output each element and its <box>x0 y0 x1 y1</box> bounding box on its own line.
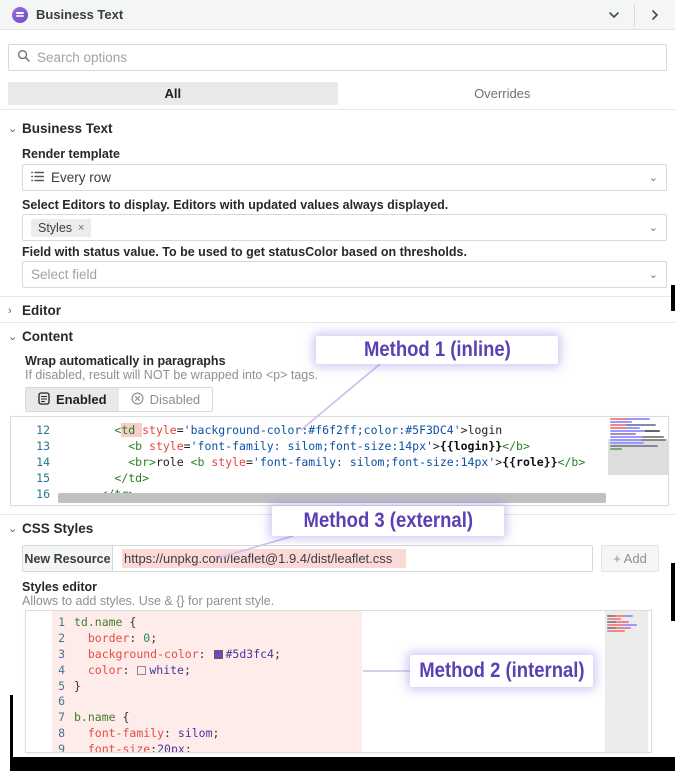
chevron-down-icon: ⌄ <box>649 171 658 184</box>
panel-title: Business Text <box>36 7 123 22</box>
styles-editor-label: Styles editor <box>22 580 97 594</box>
panel-options-pane: Business Text Search options All Overrid… <box>0 0 675 771</box>
tab-overrides[interactable]: Overrides <box>338 82 668 105</box>
new-resource-value: https://unpkg.com/leaflet@1.9.4/dist/lea… <box>122 549 406 568</box>
wrap-enabled-option[interactable]: Enabled <box>26 388 119 411</box>
annotation-method1: Method 1 (inline) <box>316 336 558 364</box>
annotation-method2: Method 2 (internal) <box>410 655 593 687</box>
disabled-label: Disabled <box>150 392 201 407</box>
chevron-down-icon: ⌄ <box>8 122 22 135</box>
chip-label: Styles <box>38 221 72 235</box>
section-title: CSS Styles <box>22 521 93 536</box>
selected-chip-styles[interactable]: Styles × <box>31 219 91 237</box>
section-title: Business Text <box>22 121 113 136</box>
chevron-down-icon: ⌄ <box>8 330 22 343</box>
annotation-text: Method 1 (inline) <box>364 338 511 362</box>
list-ul-icon <box>31 170 44 185</box>
chevron-right-icon: › <box>8 305 22 317</box>
wrap-description: If disabled, result will NOT be wrapped … <box>25 368 318 382</box>
collapse-chevron-down-icon[interactable] <box>594 0 634 29</box>
expand-pane-arrow-right-icon[interactable] <box>635 0 675 29</box>
enabled-label: Enabled <box>56 392 107 407</box>
section-content[interactable]: ⌄ Content <box>8 329 73 344</box>
annotation-text: Method 3 (external) <box>303 509 472 533</box>
chevron-down-icon: ⌄ <box>8 522 22 535</box>
divider <box>0 109 675 110</box>
render-template-value: Every row <box>51 170 111 185</box>
remove-chip-icon[interactable]: × <box>78 222 84 234</box>
render-template-label: Render template <box>22 147 120 161</box>
wrap-radio-group: Enabled Disabled <box>25 387 213 412</box>
search-icon <box>17 49 30 67</box>
editors-label: Select Editors to display. Editors with … <box>22 198 448 212</box>
new-resource-input[interactable]: https://unpkg.com/leaflet@1.9.4/dist/lea… <box>112 545 593 572</box>
status-field-label: Field with status value. To be used to g… <box>22 245 467 259</box>
select-field-placeholder: Select field <box>31 267 97 282</box>
status-field-select[interactable]: Select field ⌄ <box>22 261 667 288</box>
tab-all[interactable]: All <box>8 82 338 105</box>
panel-header: Business Text <box>0 0 675 30</box>
business-text-plugin-icon <box>12 7 28 23</box>
chevron-down-icon: ⌄ <box>649 221 658 234</box>
search-placeholder: Search options <box>37 50 127 65</box>
wrap-label: Wrap automatically in paragraphs <box>25 354 226 368</box>
annotation-text: Method 2 (internal) <box>419 659 584 683</box>
divider <box>0 322 675 323</box>
add-resource-button[interactable]: + Add <box>601 545 659 572</box>
editor-minimap[interactable] <box>605 611 648 752</box>
line-numbers: 1213141516 <box>11 422 59 505</box>
styles-editor-description: Allows to add styles. Use & {} for paren… <box>22 594 274 608</box>
search-options-input[interactable]: Search options <box>8 44 667 71</box>
circle-x-icon <box>131 392 144 408</box>
right-edge-artifact <box>671 563 675 621</box>
editors-multiselect[interactable]: Styles × ⌄ <box>22 214 667 241</box>
editor-minimap[interactable] <box>608 417 668 495</box>
left-edge-artifact <box>10 695 13 757</box>
render-template-select[interactable]: Every row ⌄ <box>22 164 667 191</box>
paragraph-icon <box>38 392 50 408</box>
options-tabs: All Overrides <box>8 82 667 105</box>
chevron-down-icon: ⌄ <box>649 268 658 281</box>
section-css-styles[interactable]: ⌄ CSS Styles <box>8 521 93 536</box>
selection-highlight-overlay <box>52 611 362 752</box>
wrap-disabled-option[interactable]: Disabled <box>119 388 213 411</box>
right-edge-artifact <box>671 285 675 311</box>
section-title: Content <box>22 329 73 344</box>
section-title: Editor <box>22 303 61 318</box>
new-resource-label: New Resource <box>22 545 112 572</box>
bottom-edge-artifact <box>10 757 675 771</box>
annotation-method3: Method 3 (external) <box>272 506 504 536</box>
horizontal-scrollbar[interactable] <box>58 493 606 503</box>
divider <box>0 296 675 297</box>
section-editor[interactable]: › Editor <box>8 303 61 318</box>
section-business-text[interactable]: ⌄ Business Text <box>8 121 113 136</box>
